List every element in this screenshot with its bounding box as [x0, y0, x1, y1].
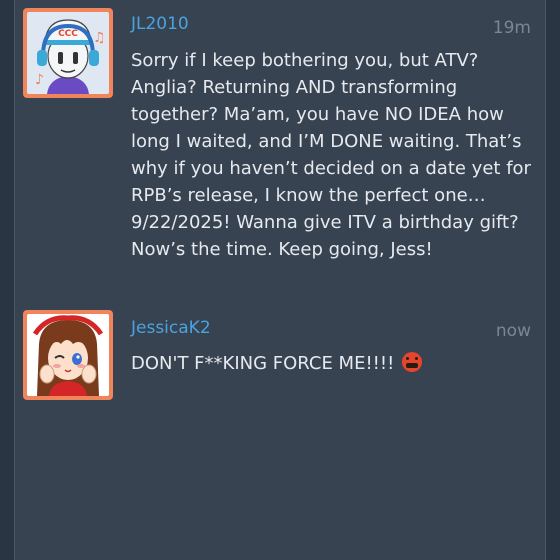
- svg-text:♫: ♫: [93, 30, 106, 46]
- message-text: Sorry if I keep bothering you, but ATV? …: [131, 50, 531, 260]
- timestamp: now: [495, 321, 531, 341]
- timestamp: 19m: [492, 18, 531, 38]
- author-name[interactable]: JL2010: [131, 14, 189, 34]
- robot-headphones-avatar: CCC ♪ ♫: [27, 12, 109, 94]
- anime-girl-avatar: [27, 314, 109, 396]
- avatar[interactable]: [23, 310, 113, 400]
- message-text-row: DON'T F**KING FORCE ME!!!!: [131, 350, 531, 377]
- message-text: DON'T F**KING FORCE ME!!!!: [131, 353, 395, 374]
- avatar[interactable]: CCC ♪ ♫: [23, 8, 113, 98]
- angry-cursing-face-icon: [402, 352, 423, 372]
- avatar-image: [27, 314, 109, 396]
- avatar-image: CCC ♪ ♫: [27, 12, 109, 94]
- chat-panel: CCC ♪ ♫ JL2010 19m Sorry if I keep bothe…: [14, 0, 546, 560]
- svg-text:CCC: CCC: [58, 29, 78, 39]
- author-name[interactable]: JessicaK2: [131, 318, 211, 338]
- svg-text:♪: ♪: [35, 72, 44, 88]
